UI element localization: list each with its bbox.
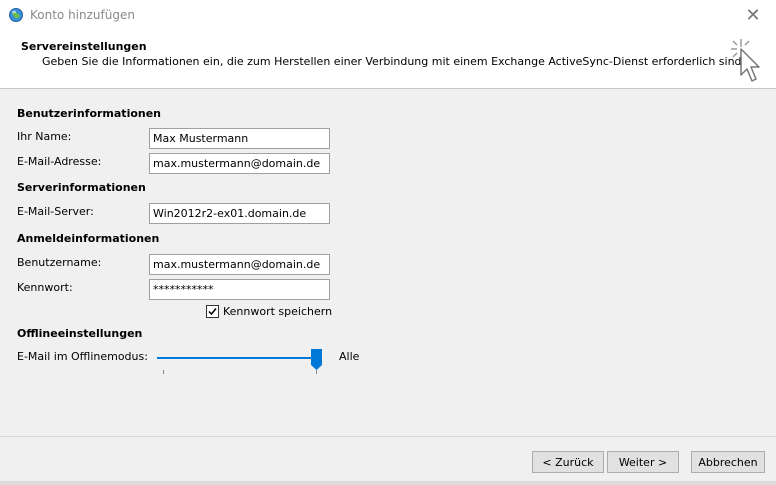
close-button[interactable]: ✕	[730, 0, 776, 30]
section-logon-info: Anmeldeinformationen	[17, 232, 160, 245]
close-icon: ✕	[745, 4, 761, 26]
section-offline-settings: Offlineeinstellungen	[17, 327, 143, 340]
password-field[interactable]	[149, 279, 330, 300]
wizard-header: Servereinstellungen Geben Sie die Inform…	[0, 30, 776, 88]
username-field[interactable]	[149, 254, 330, 275]
mail-server-field[interactable]	[149, 203, 330, 224]
section-user-info: Benutzerinformationen	[17, 107, 162, 120]
name-label: Ihr Name:	[17, 130, 72, 143]
slider-tick-min	[163, 370, 164, 374]
wizard-cursor-icon	[727, 35, 765, 85]
email-label: E-Mail-Adresse:	[17, 155, 102, 168]
offline-slider-value: Alle	[339, 350, 360, 363]
page-subtitle: Geben Sie die Informationen ein, die zum…	[42, 55, 746, 68]
form-panel	[0, 89, 776, 436]
username-label: Benutzername:	[17, 256, 102, 269]
taskbar-strip	[0, 481, 776, 485]
offline-slider-thumb[interactable]	[311, 349, 322, 371]
offline-mail-label: E-Mail im Offlinemodus:	[17, 350, 148, 363]
checkmark-icon	[208, 308, 217, 316]
offline-slider-fill	[157, 357, 319, 359]
globe-icon	[8, 7, 24, 23]
remember-password-label[interactable]: Kennwort speichern	[223, 305, 332, 318]
password-label: Kennwort:	[17, 281, 73, 294]
back-button[interactable]: < Zurück	[532, 451, 604, 473]
title-bar: Konto hinzufügen ✕	[0, 0, 776, 30]
page-title: Servereinstellungen	[21, 40, 147, 53]
window-title: Konto hinzufügen	[30, 8, 135, 22]
offline-slider-track[interactable]	[157, 357, 319, 359]
section-server-info: Serverinformationen	[17, 181, 146, 194]
remember-password-checkbox[interactable]	[206, 305, 219, 318]
cancel-button[interactable]: Abbrechen	[691, 451, 765, 473]
email-field[interactable]	[149, 153, 330, 174]
name-field[interactable]	[149, 128, 330, 149]
next-button[interactable]: Weiter >	[607, 451, 679, 473]
mail-server-label: E-Mail-Server:	[17, 205, 94, 218]
